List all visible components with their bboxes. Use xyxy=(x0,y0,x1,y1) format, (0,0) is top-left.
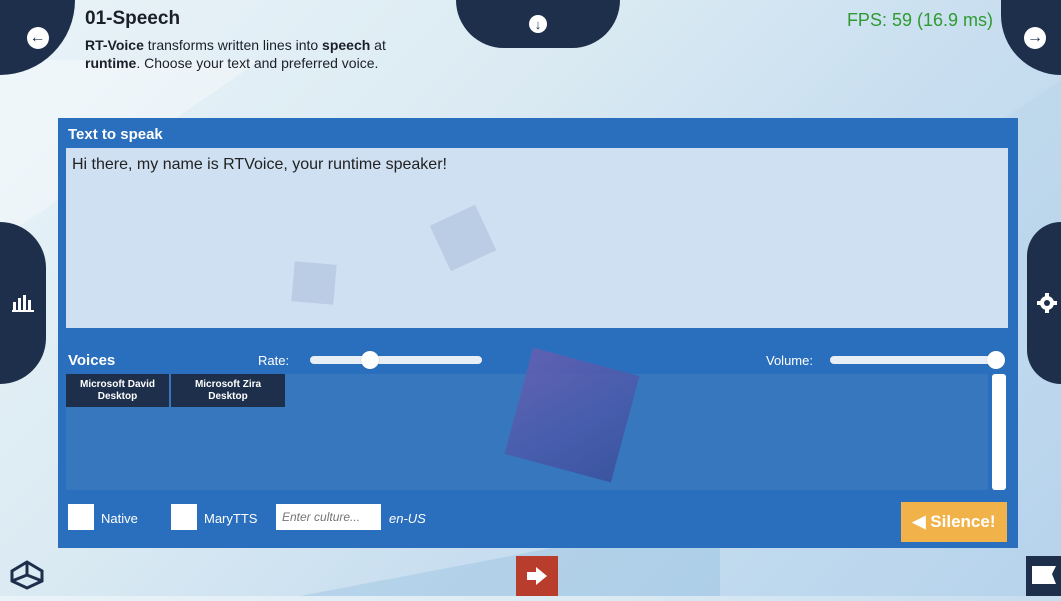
text-to-speak-label: Text to speak xyxy=(68,126,163,143)
native-checkbox[interactable] xyxy=(68,504,94,530)
asset-store-icon xyxy=(1032,566,1056,584)
settings-button[interactable] xyxy=(1027,222,1061,384)
silence-button[interactable]: ◀ Silence! xyxy=(901,502,1007,542)
desc-text: . Choose your text and preferred voice. xyxy=(136,55,379,71)
arrow-right-icon: → xyxy=(1024,26,1046,49)
voice-item[interactable]: Microsoft David Desktop xyxy=(66,374,169,407)
page-description: RT-Voice transforms written lines into s… xyxy=(85,36,455,72)
desc-text: at xyxy=(370,37,386,53)
marytts-checkbox[interactable] xyxy=(171,504,197,530)
voices-label: Voices xyxy=(68,352,116,369)
native-label: Native xyxy=(101,511,138,526)
desc-text: transforms written lines into xyxy=(143,37,323,53)
rate-label: Rate: xyxy=(258,353,290,368)
asset-store-button[interactable] xyxy=(1026,556,1061,596)
desc-bold: RT-Voice xyxy=(85,37,144,53)
page-title: 01-Speech xyxy=(85,8,181,29)
header: 01-Speech RT-Voice transforms written li… xyxy=(85,8,455,72)
voice-item[interactable]: Microsoft Zira Desktop xyxy=(171,374,285,407)
culture-input[interactable] xyxy=(276,504,381,530)
voices-scrollbar[interactable] xyxy=(992,374,1006,490)
gear-icon xyxy=(1037,293,1057,313)
arrow-left-icon: ← xyxy=(26,26,49,49)
desc-bold: runtime xyxy=(85,55,137,71)
download-button[interactable]: ↓ xyxy=(456,0,620,48)
rate-slider[interactable] xyxy=(310,351,482,369)
bar-chart-icon xyxy=(12,295,34,312)
volume-slider[interactable] xyxy=(830,351,1005,369)
desc-bold: speech xyxy=(322,37,371,53)
speech-text-input[interactable]: Hi there, my name is RTVoice, your runti… xyxy=(66,148,1008,328)
rate-slider-handle[interactable] xyxy=(361,351,380,369)
next-scene-button[interactable]: → xyxy=(1001,0,1061,75)
volume-label: Volume: xyxy=(766,353,813,368)
speech-panel: Text to speak Hi there, my name is RTVoi… xyxy=(58,118,1018,548)
fps-counter: FPS: 59 (16.9 ms) xyxy=(846,10,993,30)
volume-slider-handle[interactable] xyxy=(987,351,1005,369)
culture-value: en-US xyxy=(389,511,426,526)
arrow-down-icon: ↓ xyxy=(529,15,547,33)
decorative-cube xyxy=(291,261,337,305)
stats-button[interactable] xyxy=(0,222,46,384)
exit-button[interactable] xyxy=(516,556,558,596)
exit-icon xyxy=(527,567,547,585)
marytts-label: MaryTTS xyxy=(204,511,258,526)
unity-logo-icon[interactable] xyxy=(10,560,44,590)
